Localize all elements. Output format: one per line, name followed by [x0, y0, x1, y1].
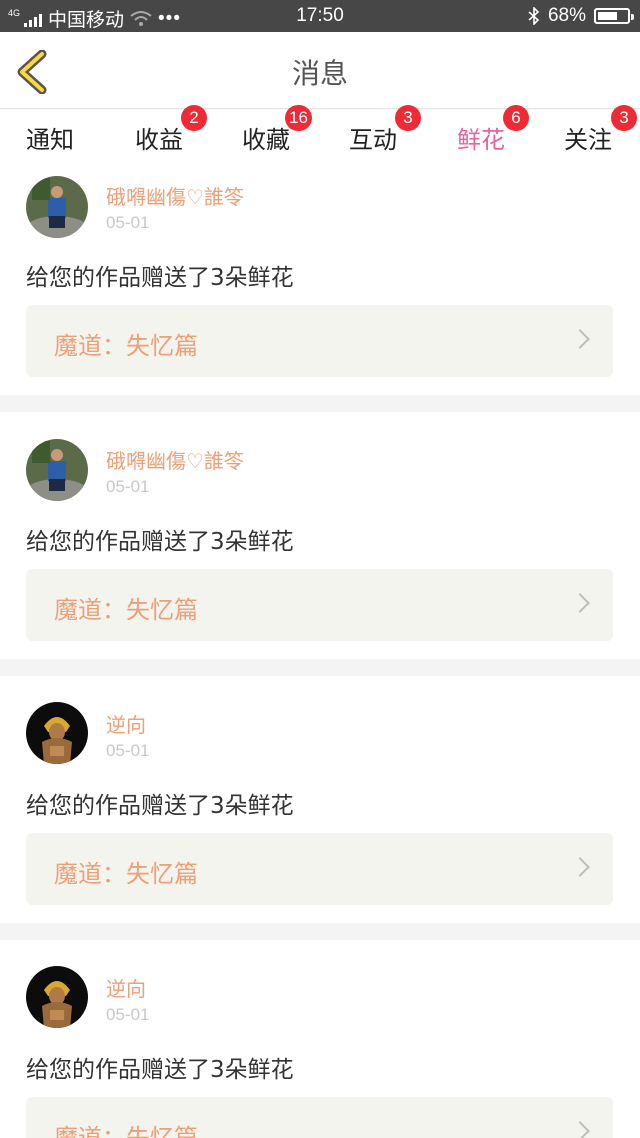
message-date: 05-01 [106, 477, 150, 496]
work-link[interactable]: 魔道：失忆篇 [26, 305, 613, 377]
earnings-badge: 2 [181, 105, 207, 131]
chevron-right-icon [570, 329, 590, 349]
follow-badge: 3 [611, 105, 637, 131]
sender-name[interactable]: 逆向 [106, 973, 146, 1002]
message-card: 逆向 05-01 给您的作品赠送了3朵鲜花 魔道：失忆篇 [0, 676, 640, 923]
tab-favorites[interactable]: 收藏 [240, 120, 292, 155]
interaction-badge: 3 [395, 105, 421, 131]
message-text: 给您的作品赠送了3朵鲜花 [26, 793, 294, 819]
favorites-badge: 16 [285, 105, 312, 131]
avatar[interactable] [26, 176, 88, 238]
work-title: 魔道：失忆篇 [54, 860, 198, 888]
avatar[interactable] [26, 966, 88, 1028]
message-card: 逆向 05-01 给您的作品赠送了3朵鲜花 魔道：失忆篇 [0, 940, 640, 1138]
avatar[interactable] [26, 439, 88, 501]
message-date: 05-01 [106, 741, 150, 760]
work-title: 魔道：失忆篇 [54, 1124, 198, 1138]
tab-bar: 通知 收益 2 收藏 16 互动 3 鲜花 6 关注 3 [0, 105, 640, 172]
bluetooth-icon [528, 7, 540, 25]
tab-interaction[interactable]: 互动 [347, 120, 399, 155]
message-date: 05-01 [106, 1005, 150, 1024]
tab-flowers[interactable]: 鲜花 [455, 120, 507, 172]
nav-bar: 消息 [0, 32, 640, 109]
tab-follow[interactable]: 关注 [562, 120, 614, 155]
tab-label: 收藏 [242, 126, 290, 154]
chevron-right-icon [570, 593, 590, 613]
tab-label: 收益 [135, 126, 183, 154]
work-link[interactable]: 魔道：失忆篇 [26, 1097, 613, 1138]
chevron-right-icon [570, 1121, 590, 1138]
page-title: 消息 [291, 57, 348, 90]
tab-label: 关注 [564, 126, 612, 154]
status-bar: 4G 中国移动 ••• 17:50 68% [0, 0, 640, 32]
tab-label: 鲜花 [457, 126, 505, 154]
work-title: 魔道：失忆篇 [54, 332, 198, 360]
message-text: 给您的作品赠送了3朵鲜花 [26, 529, 294, 555]
avatar[interactable] [26, 702, 88, 764]
sender-name[interactable]: 硪嘚幽傷♡誰笭 [106, 181, 244, 210]
battery-fill [598, 12, 617, 20]
work-link[interactable]: 魔道：失忆篇 [26, 833, 613, 905]
battery-icon [594, 8, 634, 24]
message-text: 给您的作品赠送了3朵鲜花 [26, 265, 294, 291]
work-title: 魔道：失忆篇 [54, 596, 198, 624]
chevron-right-icon [570, 857, 590, 877]
message-date: 05-01 [106, 213, 150, 232]
message-text: 给您的作品赠送了3朵鲜花 [26, 1057, 294, 1083]
message-card: 硪嘚幽傷♡誰笭 05-01 给您的作品赠送了3朵鲜花 魔道：失忆篇 [0, 412, 640, 659]
tab-notice[interactable]: 通知 [24, 120, 76, 155]
sender-name[interactable]: 逆向 [106, 709, 146, 738]
tab-label: 通知 [26, 126, 74, 154]
message-card: 硪嘚幽傷♡誰笭 05-01 给您的作品赠送了3朵鲜花 魔道：失忆篇 [0, 166, 640, 395]
tab-label: 互动 [349, 126, 397, 154]
flowers-badge: 6 [503, 105, 529, 131]
work-link[interactable]: 魔道：失忆篇 [26, 569, 613, 641]
tab-earnings[interactable]: 收益 [133, 120, 185, 155]
sender-name[interactable]: 硪嘚幽傷♡誰笭 [106, 445, 244, 474]
battery-percent: 68% [547, 5, 586, 26]
